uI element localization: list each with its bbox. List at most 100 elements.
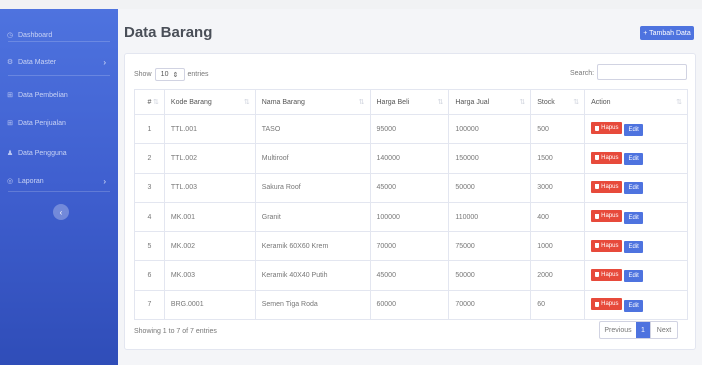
table-cell: Sakura Roof	[254, 172, 371, 203]
table-cell: 70000	[369, 231, 450, 262]
sort-icon: ⇅	[358, 99, 365, 106]
chevron-right-icon: ›	[103, 176, 106, 186]
add-data-button[interactable]: + Tambah Data	[640, 26, 694, 40]
sidebar-item-label: Data Pengguna	[18, 149, 67, 157]
table-cell: 3000	[530, 172, 586, 203]
sidebar-item-data-pengguna[interactable]: ♟ Data Pengguna	[0, 139, 118, 167]
sidebar-item-data-pembelian[interactable]: ⊞ Data Pembelian	[0, 81, 118, 109]
sidebar-item-label: Dashboard	[18, 31, 53, 39]
delete-button[interactable]: Hapus	[591, 239, 623, 252]
delete-button[interactable]: Hapus	[591, 298, 623, 311]
table-cell: 45000	[369, 172, 450, 203]
table-cell: 100000	[369, 201, 450, 233]
edit-button[interactable]: Edit	[624, 241, 643, 254]
delete-button[interactable]: Hapus	[591, 122, 623, 135]
table-body: 1 TTL.001 TASO 95000 100000 500 Hapus Edit 2 TTL.…	[134, 113, 688, 321]
column-header-stock[interactable]: Stock ⇅	[530, 89, 586, 115]
table-cell: Keramik 40X40 Putih	[254, 260, 371, 291]
table-cell: TASO	[254, 113, 371, 145]
column-header-label: Stock	[537, 98, 555, 106]
table-cell: 140000	[369, 143, 450, 174]
column-header-action[interactable]: Action ⇅	[584, 89, 688, 115]
delete-label: Hapus	[601, 154, 619, 161]
sidebar-item-label: Data Pembelian	[18, 91, 68, 99]
sidebar-item-label: Data Penjualan	[18, 119, 66, 127]
search-input[interactable]	[597, 64, 687, 80]
sidebar-toggle-button[interactable]: ‹	[53, 204, 69, 220]
column-header-label: Kode Barang	[170, 98, 212, 106]
table-cell: 7	[134, 289, 165, 321]
table-row: 6 MK.003 Keramik 40X40 Putih 45000 50000 2000…	[134, 260, 688, 291]
trash-icon	[595, 272, 600, 278]
trash-icon	[595, 213, 600, 219]
table-cell: 95000	[369, 113, 450, 145]
delete-label: Hapus	[601, 301, 619, 308]
page-1-button[interactable]: 1	[636, 322, 650, 338]
delete-label: Hapus	[601, 242, 619, 249]
sidebar-item-data-penjualan[interactable]: ⊞ Data Penjualan	[0, 109, 118, 137]
entries-length-control: Show 10 ⇕ entries	[134, 68, 209, 81]
column-header-kode-barang[interactable]: Kode Barang ⇅	[163, 89, 256, 115]
table-cell: 1500	[530, 143, 586, 174]
column-header-label: Harga Beli	[376, 98, 410, 106]
table-cell: 3	[134, 172, 165, 203]
action-cell: Hapus Edit	[584, 113, 688, 145]
action-cell: Hapus Edit	[584, 143, 688, 174]
delete-button[interactable]: Hapus	[591, 268, 623, 281]
table-cell: TTL.001	[163, 113, 256, 145]
next-page-button[interactable]: Next	[650, 322, 677, 338]
edit-button[interactable]: Edit	[624, 299, 643, 312]
delete-label: Hapus	[601, 271, 619, 278]
table-row: 5 MK.002 Keramik 60X60 Krem 70000 75000 1000 H…	[134, 231, 688, 262]
table-row: 4 MK.001 Granit 100000 110000 400 Hapus Edit	[134, 201, 688, 233]
column-header-label: Harga Jual	[455, 98, 490, 106]
trash-icon	[595, 155, 600, 161]
trash-icon	[595, 125, 600, 131]
trash-icon	[595, 243, 600, 249]
column-header-nama-barang[interactable]: Nama Barang ⇅	[254, 89, 371, 115]
delete-label: Hapus	[601, 213, 619, 220]
browser-bookmarks-strip	[0, 0, 702, 9]
delete-button[interactable]: Hapus	[591, 151, 623, 164]
sidebar-divider	[8, 191, 110, 192]
table-row: 2 TTL.002 Multiroof 140000 150000 1500 Hapus Ed…	[134, 143, 688, 174]
table-cell: 60000	[369, 289, 450, 321]
column-header-harga-beli[interactable]: Harga Beli ⇅	[369, 89, 450, 115]
entries-select[interactable]: 10 ⇕	[154, 68, 185, 81]
table-cell: 4	[134, 201, 165, 233]
column-header-[interactable]: # ⇅	[134, 89, 165, 115]
edit-button[interactable]: Edit	[624, 123, 643, 136]
dashboard-icon: ◷	[6, 32, 14, 39]
column-header-harga-jual[interactable]: Harga Jual ⇅	[448, 89, 532, 115]
data-table-card: Show 10 ⇕ entries Search: # ⇅ Kode Barang ⇅…	[124, 53, 696, 350]
sidebar: ◷ Dashboard ⚙ Data Master › ⊞ Data Pembelian ⊞ D…	[0, 9, 118, 365]
table-cell: 110000	[448, 201, 532, 233]
table-cell: 2	[134, 143, 165, 174]
table-cell: 50000	[448, 172, 532, 203]
delete-button[interactable]: Hapus	[591, 180, 623, 193]
delete-button[interactable]: Hapus	[591, 210, 623, 223]
table-cell: 400	[530, 201, 586, 233]
action-cell: Hapus Edit	[584, 172, 688, 203]
edit-button[interactable]: Edit	[624, 270, 643, 283]
edit-button[interactable]: Edit	[624, 153, 643, 166]
trash-icon	[595, 301, 600, 307]
table-cell: 1000	[530, 231, 586, 262]
edit-button[interactable]: Edit	[624, 211, 643, 224]
data-table: # ⇅ Kode Barang ⇅ Nama Barang ⇅ Harga Beli ⇅ Har…	[134, 89, 688, 321]
search-label: Search:	[570, 70, 595, 77]
chevron-left-icon: ‹	[59, 207, 63, 217]
sidebar-item-dashboard[interactable]: ◷ Dashboard	[0, 21, 118, 49]
sort-icon: ⇅	[153, 99, 159, 106]
sort-icon: ⇅	[243, 99, 250, 106]
chevron-right-icon: ›	[103, 57, 106, 67]
column-header-label: Nama Barang	[261, 98, 305, 106]
sidebar-item-label: Data Master	[18, 58, 57, 66]
table-cell: 500	[530, 113, 586, 145]
previous-page-button[interactable]: Previous	[600, 322, 636, 338]
table-cell: 1	[134, 113, 165, 145]
edit-button[interactable]: Edit	[624, 182, 643, 195]
sort-icon: ⇅	[437, 99, 444, 106]
sidebar-item-data-master[interactable]: ⚙ Data Master ›	[0, 48, 118, 76]
column-header-label: Action	[591, 98, 611, 106]
